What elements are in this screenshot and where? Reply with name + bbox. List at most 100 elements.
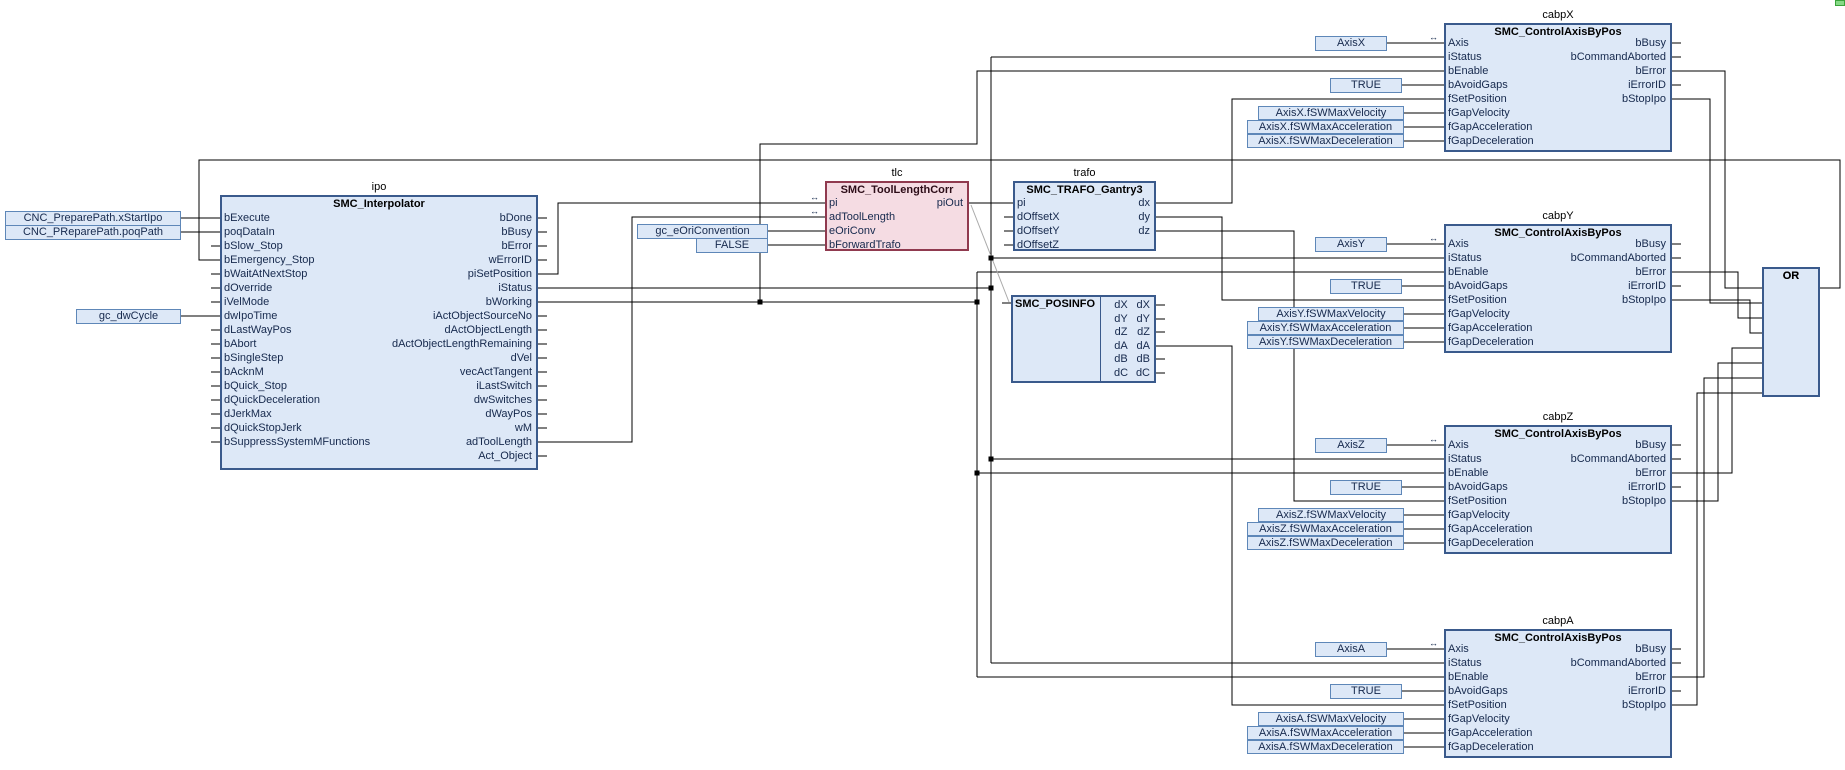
pin-ipo-dWayPos[interactable]: dWayPos: [220, 407, 532, 421]
pin-ipo-bError[interactable]: bError: [220, 239, 532, 253]
pin-ipo-wM[interactable]: wM: [220, 421, 532, 435]
pin-ipo-bWorking[interactable]: bWorking: [220, 295, 532, 309]
input-box-false_tlc[interactable]: FALSE: [696, 238, 768, 253]
wire[interactable]: [1672, 378, 1762, 677]
pin-cabpA-bCommandAborted[interactable]: bCommandAborted: [1444, 656, 1666, 670]
pin-cabpA-fGapDeceleration[interactable]: fGapDeceleration: [1448, 740, 1534, 754]
pin-posinfo-dA[interactable]: dA: [1100, 339, 1142, 353]
input-box-axy_acc[interactable]: AxisY.fSWMaxAcceleration: [1247, 321, 1404, 335]
pin-cabpY-iErrorID[interactable]: iErrorID: [1444, 279, 1666, 293]
fb-instance-cabpY[interactable]: cabpY: [1444, 210, 1672, 222]
input-box-axy_dec[interactable]: AxisY.fSWMaxDeceleration: [1247, 335, 1404, 349]
pin-cabpA-bStopIpo[interactable]: bStopIpo: [1444, 698, 1666, 712]
pin-ipo-iStatus[interactable]: iStatus: [220, 281, 532, 295]
pin-ipo-bBusy[interactable]: bBusy: [220, 225, 532, 239]
pin-cabpA-fGapAcceleration[interactable]: fGapAcceleration: [1448, 726, 1532, 740]
pin-cabpY-bCommandAborted[interactable]: bCommandAborted: [1444, 251, 1666, 265]
pin-cabpY-bError[interactable]: bError: [1444, 265, 1666, 279]
pin-ipo-dActObjectLength[interactable]: dActObjectLength: [220, 323, 532, 337]
input-box-xstartipo[interactable]: CNC_PreparePath.xStartIpo: [5, 211, 181, 226]
pin-trafo-dz[interactable]: dz: [1013, 224, 1150, 238]
input-box-poqpath[interactable]: CNC_PReparePath.poqPath: [5, 225, 181, 240]
pin-trafo-dy[interactable]: dy: [1013, 210, 1150, 224]
pin-ipo-iLastSwitch[interactable]: iLastSwitch: [220, 379, 532, 393]
wire[interactable]: [538, 217, 825, 442]
pin-ipo-Act_Object[interactable]: Act_Object: [220, 449, 532, 463]
fb-instance-trafo[interactable]: trafo: [1013, 167, 1156, 179]
fb-instance-cabpA[interactable]: cabpA: [1444, 615, 1672, 627]
pin-cabpX-bBusy[interactable]: bBusy: [1444, 36, 1666, 50]
pin-cabpZ-fGapDeceleration[interactable]: fGapDeceleration: [1448, 536, 1534, 550]
input-box-axisa[interactable]: AxisA: [1315, 642, 1387, 657]
pin-tlc-adToolLength[interactable]: adToolLength: [829, 210, 895, 224]
pin-trafo-dx[interactable]: dx: [1013, 196, 1150, 210]
pin-cabpY-fGapDeceleration[interactable]: fGapDeceleration: [1448, 335, 1534, 349]
pin-ipo-dwSwitches[interactable]: dwSwitches: [220, 393, 532, 407]
pin-cabpX-bCommandAborted[interactable]: bCommandAborted: [1444, 50, 1666, 64]
pin-cabpY-fGapAcceleration[interactable]: fGapAcceleration: [1448, 321, 1532, 335]
wire[interactable]: [1672, 300, 1762, 333]
pin-posinfo-dB[interactable]: dB: [1100, 352, 1142, 366]
input-box-axisz[interactable]: AxisZ: [1315, 438, 1387, 453]
input-box-axy_vel[interactable]: AxisY.fSWMaxVelocity: [1258, 307, 1404, 321]
input-box-axz_acc[interactable]: AxisZ.fSWMaxAcceleration: [1247, 522, 1404, 536]
input-box-axa_dec[interactable]: AxisA.fSWMaxDeceleration: [1247, 740, 1404, 754]
pin-cabpZ-bError[interactable]: bError: [1444, 466, 1666, 480]
pin-posinfo-dY[interactable]: dY: [1100, 312, 1142, 326]
pin-cabpZ-bCommandAborted[interactable]: bCommandAborted: [1444, 452, 1666, 466]
input-box-axa_acc[interactable]: AxisA.fSWMaxAcceleration: [1247, 726, 1404, 740]
input-box-axa_vel[interactable]: AxisA.fSWMaxVelocity: [1258, 712, 1404, 726]
input-box-dwcycle[interactable]: gc_dwCycle: [76, 309, 181, 324]
pin-posinfo-dC[interactable]: dC: [1100, 366, 1142, 380]
pin-ipo-piSetPosition[interactable]: piSetPosition: [220, 267, 532, 281]
pin-cabpZ-iErrorID[interactable]: iErrorID: [1444, 480, 1666, 494]
pin-cabpY-fGapVelocity[interactable]: fGapVelocity: [1448, 307, 1510, 321]
input-box-truea[interactable]: TRUE: [1330, 684, 1402, 699]
input-box-axx_vel[interactable]: AxisX.fSWMaxVelocity: [1258, 106, 1404, 120]
fb-or_gate[interactable]: OROR: [1762, 267, 1820, 397]
pin-cabpA-fGapVelocity[interactable]: fGapVelocity: [1448, 712, 1510, 726]
fb-instance-ipo[interactable]: ipo: [220, 181, 538, 193]
pin-cabpY-bStopIpo[interactable]: bStopIpo: [1444, 293, 1666, 307]
pin-cabpA-iErrorID[interactable]: iErrorID: [1444, 684, 1666, 698]
pin-cabpX-bStopIpo[interactable]: bStopIpo: [1444, 92, 1666, 106]
pin-ipo-iActObjectSourceNo[interactable]: iActObjectSourceNo: [220, 309, 532, 323]
pin-cabpZ-bStopIpo[interactable]: bStopIpo: [1444, 494, 1666, 508]
pin-cabpA-bError[interactable]: bError: [1444, 670, 1666, 684]
pin-cabpX-fGapVelocity[interactable]: fGapVelocity: [1448, 106, 1510, 120]
input-box-axx_acc[interactable]: AxisX.fSWMaxAcceleration: [1247, 120, 1404, 134]
wire[interactable]: [1672, 272, 1762, 318]
input-box-axz_dec[interactable]: AxisZ.fSWMaxDeceleration: [1247, 536, 1404, 550]
pin-tlc-eOriConv[interactable]: eOriConv: [829, 224, 875, 238]
pin-ipo-bDone[interactable]: bDone: [220, 211, 532, 225]
input-box-axisx[interactable]: AxisX: [1315, 36, 1387, 51]
fb-instance-cabpZ[interactable]: cabpZ: [1444, 411, 1672, 423]
pin-ipo-vecActTangent[interactable]: vecActTangent: [220, 365, 532, 379]
pin-ipo-adToolLength[interactable]: adToolLength: [220, 435, 532, 449]
wire[interactable]: [1672, 71, 1762, 288]
pin-cabpX-iErrorID[interactable]: iErrorID: [1444, 78, 1666, 92]
input-box-truex[interactable]: TRUE: [1330, 78, 1402, 93]
wire[interactable]: [1672, 348, 1762, 473]
input-box-axz_vel[interactable]: AxisZ.fSWMaxVelocity: [1258, 508, 1404, 522]
pin-ipo-dActObjectLengthRemaining[interactable]: dActObjectLengthRemaining: [220, 337, 532, 351]
input-box-eoriconv[interactable]: gc_eOriConvention: [637, 224, 768, 239]
pin-tlc-bForwardTrafo[interactable]: bForwardTrafo: [829, 238, 901, 252]
pin-cabpZ-fGapAcceleration[interactable]: fGapAcceleration: [1448, 522, 1532, 536]
input-box-axx_dec[interactable]: AxisX.fSWMaxDeceleration: [1247, 134, 1404, 148]
pin-ipo-wErrorID[interactable]: wErrorID: [220, 253, 532, 267]
pin-posinfo-dZ[interactable]: dZ: [1100, 325, 1142, 339]
wire[interactable]: [1672, 393, 1762, 705]
pin-cabpX-fGapDeceleration[interactable]: fGapDeceleration: [1448, 134, 1534, 148]
fb-instance-tlc[interactable]: tlc: [825, 167, 969, 179]
pin-cabpX-fGapAcceleration[interactable]: fGapAcceleration: [1448, 120, 1532, 134]
pin-cabpX-bError[interactable]: bError: [1444, 64, 1666, 78]
fb-instance-cabpX[interactable]: cabpX: [1444, 9, 1672, 21]
pin-cabpA-bBusy[interactable]: bBusy: [1444, 642, 1666, 656]
input-box-truey[interactable]: TRUE: [1330, 279, 1402, 294]
pin-tlc-piOut[interactable]: piOut: [825, 196, 963, 210]
pin-cabpZ-bBusy[interactable]: bBusy: [1444, 438, 1666, 452]
pin-posinfo-dX[interactable]: dX: [1100, 298, 1142, 312]
wire[interactable]: [1672, 363, 1762, 501]
pin-cabpY-bBusy[interactable]: bBusy: [1444, 237, 1666, 251]
